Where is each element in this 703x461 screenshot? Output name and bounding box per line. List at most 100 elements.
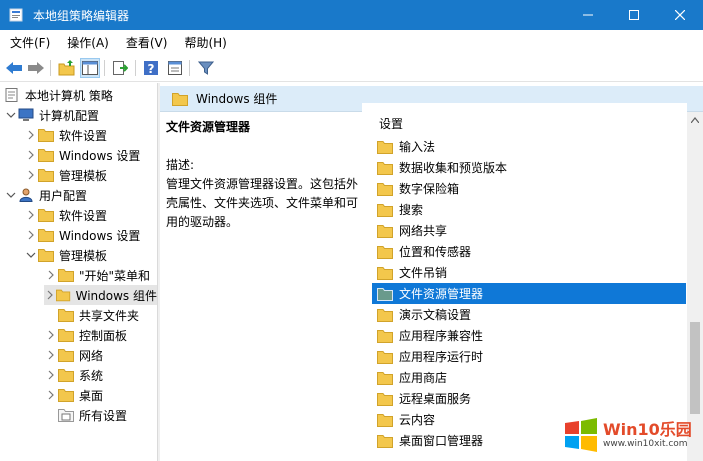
list-item[interactable]: 位置和传感器 bbox=[372, 241, 686, 262]
tree-item-desktop[interactable]: 桌面 bbox=[44, 385, 103, 405]
close-button[interactable] bbox=[657, 0, 703, 30]
back-button[interactable] bbox=[4, 58, 24, 78]
help-button[interactable]: ? bbox=[141, 58, 161, 78]
chevron-right-icon[interactable] bbox=[24, 165, 38, 185]
list-item[interactable]: 应用程序运行时 bbox=[372, 346, 686, 367]
description-title: 文件资源管理器 bbox=[166, 120, 251, 134]
list-item-label: 云内容 bbox=[399, 413, 436, 427]
maximize-button[interactable] bbox=[611, 0, 657, 30]
tree-item-local-computer-policy[interactable]: 本地计算机 策略 bbox=[4, 85, 113, 105]
folder-icon bbox=[377, 161, 393, 175]
list-item-label: 位置和传感器 bbox=[399, 245, 472, 259]
list-item[interactable]: 数据收集和预览版本 bbox=[372, 157, 686, 178]
list-item-label: 文件吊销 bbox=[399, 266, 448, 280]
tree-item-user-config[interactable]: 用户配置 bbox=[4, 185, 87, 205]
chevron-right-icon[interactable] bbox=[24, 205, 38, 225]
minimize-button[interactable] bbox=[565, 0, 611, 30]
scroll-up-button[interactable] bbox=[687, 112, 703, 128]
all-settings-icon bbox=[58, 409, 74, 422]
close-icon bbox=[675, 10, 685, 20]
menu-help[interactable]: 帮助(H) bbox=[177, 34, 233, 51]
list-item[interactable]: 演示文稿设置 bbox=[372, 304, 686, 325]
tree-item-windows-components[interactable]: Windows 组件 bbox=[44, 285, 157, 305]
tree-item-system[interactable]: 系统 bbox=[44, 365, 103, 385]
tree-item-computer-windows-settings[interactable]: Windows 设置 bbox=[24, 145, 140, 165]
tree-item-computer-software-settings[interactable]: 软件设置 bbox=[24, 125, 107, 145]
list-item[interactable]: 数字保险箱 bbox=[372, 178, 686, 199]
folder-icon bbox=[38, 209, 54, 222]
menu-file[interactable]: 文件(F) bbox=[3, 34, 57, 51]
folder-icon bbox=[377, 392, 393, 406]
folder-icon bbox=[58, 349, 74, 362]
list-item[interactable]: 远程桌面服务 bbox=[372, 388, 686, 409]
tree-item-user-windows-settings[interactable]: Windows 设置 bbox=[24, 225, 140, 245]
user-icon bbox=[19, 188, 33, 202]
folder-icon bbox=[38, 169, 54, 182]
menu-action[interactable]: 操作(A) bbox=[60, 34, 116, 51]
toolbar-separator bbox=[135, 60, 136, 76]
tree-item-computer-admin-templates[interactable]: 管理模板 bbox=[24, 165, 107, 185]
chevron-right-icon[interactable] bbox=[44, 325, 58, 345]
folder-icon bbox=[377, 182, 393, 196]
tree-item-user-admin-templates[interactable]: 管理模板 bbox=[24, 245, 107, 265]
computer-icon bbox=[18, 108, 34, 121]
menu-view[interactable]: 查看(V) bbox=[119, 34, 175, 51]
list-item[interactable]: 应用程序兼容性 bbox=[372, 325, 686, 346]
folder-icon bbox=[58, 309, 74, 322]
properties-button[interactable] bbox=[165, 58, 185, 78]
chevron-right-icon[interactable] bbox=[44, 345, 58, 365]
chevron-right-icon[interactable] bbox=[24, 145, 38, 165]
list-item[interactable]: 网络共享 bbox=[372, 220, 686, 241]
tree-item-label: 计算机配置 bbox=[39, 108, 100, 123]
filter-button[interactable] bbox=[196, 58, 216, 78]
tree-item-label: Windows 组件 bbox=[75, 288, 157, 303]
list-item[interactable]: 文件吊销 bbox=[372, 262, 686, 283]
list-item-label: 应用程序运行时 bbox=[399, 350, 484, 364]
chevron-right-icon[interactable] bbox=[44, 285, 56, 305]
up-folder-button[interactable] bbox=[57, 58, 77, 78]
tree-item-control-panel[interactable]: 控制面板 bbox=[44, 325, 127, 345]
show-hide-tree-button[interactable] bbox=[80, 58, 100, 78]
list-item[interactable]: 应用商店 bbox=[372, 367, 686, 388]
folder-icon bbox=[377, 224, 393, 238]
chevron-right-icon[interactable] bbox=[24, 225, 38, 245]
chevron-down-icon[interactable] bbox=[24, 245, 38, 265]
chevron-down-icon[interactable] bbox=[4, 105, 18, 125]
chevron-right-icon[interactable] bbox=[44, 365, 58, 385]
scroll-thumb[interactable] bbox=[690, 322, 700, 414]
tree-item-user-software-settings[interactable]: 软件设置 bbox=[24, 205, 107, 225]
list-item-label: 网络共享 bbox=[399, 224, 448, 238]
vertical-scrollbar[interactable] bbox=[687, 112, 703, 461]
list-item-label: 应用程序兼容性 bbox=[399, 329, 484, 343]
title-bar: 本地组策略编辑器 bbox=[0, 0, 703, 30]
list-item-label: 数字保险箱 bbox=[399, 182, 460, 196]
tree-item-network[interactable]: 网络 bbox=[44, 345, 103, 365]
folder-icon bbox=[58, 369, 74, 382]
watermark: Win10乐园 www.win10xit.com bbox=[563, 415, 693, 455]
chevron-down-icon[interactable] bbox=[4, 185, 18, 205]
chevron-right-icon[interactable] bbox=[24, 125, 38, 145]
watermark-url: www.win10xit.com bbox=[603, 438, 688, 449]
tree-item-start-menu[interactable]: "开始"菜单和 bbox=[44, 265, 150, 285]
tree-item-shared-folders[interactable]: 共享文件夹 bbox=[58, 305, 139, 325]
forward-button[interactable] bbox=[26, 58, 46, 78]
export-list-button[interactable] bbox=[110, 58, 130, 78]
list-item[interactable]: 输入法 bbox=[372, 136, 686, 157]
folder-icon bbox=[377, 203, 393, 217]
list-item-selected[interactable]: 文件资源管理器 bbox=[372, 283, 686, 304]
chevron-right-icon[interactable] bbox=[44, 265, 58, 285]
tree-item-label: 共享文件夹 bbox=[79, 308, 140, 323]
maximize-icon bbox=[629, 10, 639, 20]
tree-item-computer-config[interactable]: 计算机配置 bbox=[4, 105, 99, 125]
folder-icon bbox=[377, 371, 393, 385]
column-header-settings[interactable]: 设置 bbox=[379, 115, 403, 132]
export-list-icon bbox=[113, 61, 128, 75]
list-item[interactable]: 搜索 bbox=[372, 199, 686, 220]
chevron-right-icon[interactable] bbox=[44, 385, 58, 405]
description-label: 描述: bbox=[166, 158, 195, 172]
back-icon bbox=[6, 62, 22, 74]
tree-item-all-settings[interactable]: 所有设置 bbox=[58, 405, 127, 425]
menu-bar: 文件(F) 操作(A) 查看(V) 帮助(H) bbox=[0, 30, 703, 54]
properties-icon bbox=[168, 61, 182, 75]
right-pane-title: Windows 组件 bbox=[196, 92, 278, 106]
